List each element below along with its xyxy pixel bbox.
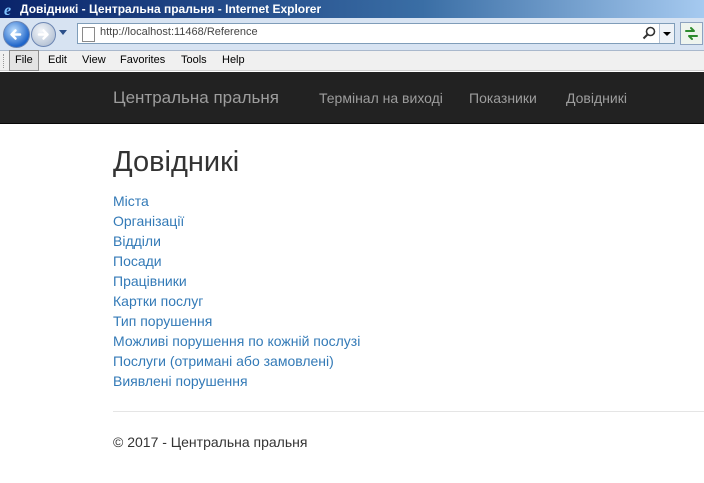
back-button[interactable] xyxy=(3,21,30,48)
link-positions[interactable]: Посади xyxy=(113,253,162,269)
ie-logo-icon: e xyxy=(4,2,11,17)
menu-bar: File Edit View Favorites Tools Help xyxy=(0,50,704,71)
url-host: http://localhost xyxy=(100,26,171,38)
address-dropdown-button[interactable] xyxy=(659,24,674,43)
nav-terminal-link[interactable]: Термінал на виході xyxy=(319,90,443,106)
site-navbar: Центральна пральня Термінал на виході По… xyxy=(0,72,704,124)
menu-tools[interactable]: Tools xyxy=(181,51,207,70)
menu-view[interactable]: View xyxy=(82,51,106,70)
history-dropdown-icon[interactable] xyxy=(58,29,68,37)
back-arrow-icon xyxy=(10,29,22,40)
link-employees[interactable]: Працівники xyxy=(113,273,187,289)
menu-help[interactable]: Help xyxy=(222,51,245,70)
page-icon xyxy=(82,27,95,42)
address-dropdown-icon xyxy=(663,32,671,36)
menu-edit[interactable]: Edit xyxy=(48,51,67,70)
link-organizations[interactable]: Організації xyxy=(113,213,184,229)
window-title: Довідникі - Центральна пральня - Interne… xyxy=(20,2,322,16)
footer-divider xyxy=(113,411,704,412)
window-titlebar: e Довідникі - Центральна пральня - Inter… xyxy=(0,0,704,18)
link-departments[interactable]: Відділи xyxy=(113,233,161,249)
svg-text:e: e xyxy=(4,2,11,17)
menu-favorites[interactable]: Favorites xyxy=(120,51,165,70)
page-title: Довідникі xyxy=(113,146,240,178)
site-brand-link[interactable]: Центральна пральня xyxy=(113,88,279,108)
footer-copyright: © 2017 - Центральна пральня xyxy=(113,434,308,450)
link-possible-violations[interactable]: Можливі порушення по кожній послузі xyxy=(113,333,360,349)
link-violation-type[interactable]: Тип порушення xyxy=(113,313,212,329)
nav-indicators-link[interactable]: Показники xyxy=(469,90,537,106)
link-detected-violations[interactable]: Виявлені порушення xyxy=(113,373,248,389)
refresh-button[interactable] xyxy=(680,22,703,45)
link-service-cards[interactable]: Картки послуг xyxy=(113,293,203,309)
url-path: :11468/Reference xyxy=(170,26,258,38)
menu-grip xyxy=(3,54,6,68)
forward-button[interactable] xyxy=(31,22,56,47)
address-bar[interactable]: http://localhost:11468/Reference xyxy=(77,23,675,44)
browser-toolbar: http://localhost:11468/Reference xyxy=(0,18,704,51)
menu-file[interactable]: File xyxy=(9,50,39,71)
refresh-icon xyxy=(685,27,698,40)
search-icon[interactable] xyxy=(642,26,656,40)
forward-arrow-icon xyxy=(37,29,49,40)
address-url[interactable]: http://localhost:11468/Reference xyxy=(100,26,258,38)
link-cities[interactable]: Міста xyxy=(113,193,149,209)
link-services[interactable]: Послуги (отримані або замовлені) xyxy=(113,353,334,369)
nav-reference-link[interactable]: Довідникі xyxy=(566,90,627,106)
